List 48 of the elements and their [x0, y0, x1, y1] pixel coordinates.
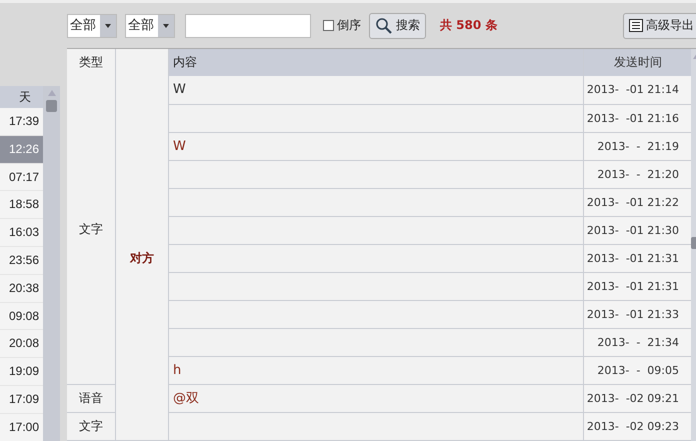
date-list-item[interactable]: 16:03 — [0, 219, 43, 247]
time-cell: 2013- -01 21:16 — [584, 104, 691, 132]
export-button[interactable]: 高级导出 — [623, 12, 696, 38]
list-header: 天 — [0, 86, 43, 108]
message-text: W — [173, 138, 186, 154]
date-list-item[interactable]: 20:38 — [0, 274, 43, 303]
filter-dropdown[interactable]: 全部 — [67, 14, 117, 38]
time-cell: 2013- -01 21:31 — [584, 244, 691, 272]
message-text: @双 — [173, 391, 199, 406]
search-field[interactable] — [185, 14, 311, 38]
sender-cell: 对方 — [116, 76, 168, 440]
time-cell: 2013- - 21:19 — [584, 132, 691, 160]
filter-dropdown[interactable]: 全部 — [125, 14, 175, 38]
date-list-item[interactable]: 18:58 — [0, 191, 43, 220]
message-text: W — [173, 82, 186, 98]
type-cell: 文字 — [67, 76, 116, 384]
date-list-item[interactable]: 17:39 — [0, 108, 43, 136]
column-header: 内容 — [168, 49, 584, 76]
search-icon — [375, 16, 393, 34]
caret-icon — [163, 24, 169, 28]
time-cell: 2013- - 21:34 — [584, 328, 691, 356]
time-cell: 2013- -01 21:30 — [584, 216, 691, 244]
date-list-item[interactable]: 17:09 — [0, 386, 43, 414]
column-header: 发送时间 — [584, 49, 691, 76]
reverse-order-checkbox[interactable]: 倒序 — [323, 17, 361, 34]
date-list-item[interactable]: 19:09 — [0, 358, 43, 386]
time-cell: 2013- - 21:20 — [584, 160, 691, 188]
time-cell: 2013- -01 21:14 — [584, 76, 691, 104]
date-list-item[interactable]: 20:08 — [0, 330, 43, 358]
list-icon — [629, 19, 643, 32]
type-cell: 语音 — [67, 384, 116, 412]
scroll-up-icon[interactable] — [48, 90, 56, 96]
date-list-item[interactable]: 09:08 — [0, 302, 43, 330]
time-cell: 2013- -02 09:23 — [584, 412, 691, 440]
search-button[interactable]: 搜索 — [369, 12, 426, 38]
scrollbar-thumb[interactable] — [46, 100, 57, 112]
message-text: h — [173, 362, 182, 378]
time-cell: 2013- - 09:05 — [584, 356, 691, 384]
total-count: 共 580 条 — [440, 17, 498, 34]
time-cell: 2013- -01 21:33 — [584, 300, 691, 328]
date-list-item[interactable]: 07:17 — [0, 164, 43, 192]
caret-icon — [105, 24, 111, 28]
time-cell: 2013- -01 21:31 — [584, 272, 691, 300]
date-list-item[interactable]: 23:56 — [0, 246, 43, 275]
time-cell: 2013- -01 21:22 — [584, 188, 691, 216]
date-list-item[interactable]: 17:00 — [0, 414, 43, 441]
time-cell: 2013- -02 09:21 — [584, 384, 691, 412]
type-cell: 文字 — [67, 412, 116, 440]
